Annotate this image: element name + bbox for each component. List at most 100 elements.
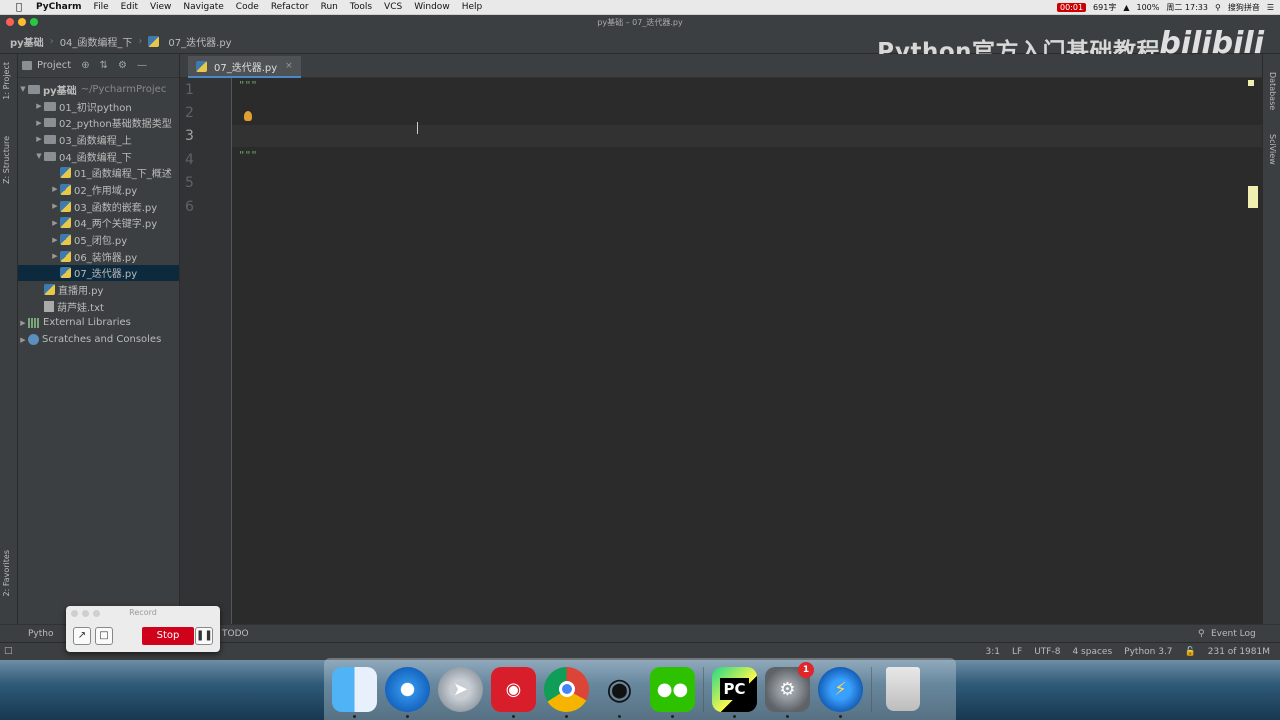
tree-file[interactable]: ▶ 05_闭包.py <box>18 231 179 248</box>
code-editor[interactable]: """ """ <box>232 78 1262 624</box>
locate-icon[interactable]: ⊕ <box>81 60 89 71</box>
menu-edit[interactable]: Edit <box>121 2 138 12</box>
search-icon[interactable]: ⚲ <box>1215 3 1221 12</box>
pycharm-icon[interactable]: PC <box>712 666 757 718</box>
launchpad-icon[interactable]: ➤ <box>438 666 483 712</box>
collapsed-arrow-icon[interactable]: ▶ <box>50 185 60 193</box>
editor-tab[interactable]: 07_迭代器.py × <box>188 56 301 78</box>
collapse-all-icon[interactable]: ⇅ <box>100 60 108 71</box>
system-preferences-icon[interactable]: ⚙ 1 <box>765 661 814 718</box>
breadcrumb-root[interactable]: py基础 <box>10 34 44 49</box>
collapsed-arrow-icon[interactable]: ▶ <box>34 135 44 143</box>
safari-icon[interactable] <box>385 666 430 718</box>
python-console-tab[interactable]: Pytho <box>28 629 54 639</box>
toggle-tool-windows-icon[interactable]: □ <box>4 646 13 656</box>
code-line-1[interactable]: """ <box>239 80 258 91</box>
collapsed-arrow-icon[interactable]: ▶ <box>50 202 60 210</box>
menu-code[interactable]: Code <box>236 2 259 12</box>
tree-file[interactable]: ▶ 03_函数的嵌套.py <box>18 198 179 215</box>
indent-setting[interactable]: 4 spaces <box>1072 647 1112 657</box>
todo-tab[interactable]: TODO <box>222 629 249 639</box>
menu-help[interactable]: Help <box>462 2 483 12</box>
menu-app-name[interactable]: PyCharm <box>36 2 82 12</box>
code-line-4[interactable]: """ <box>239 150 258 161</box>
collapsed-arrow-icon[interactable]: ▶ <box>50 236 60 244</box>
tree-folder-01[interactable]: ▶ 01_初识python <box>18 98 179 115</box>
finder-icon[interactable] <box>332 666 377 718</box>
close-window-button[interactable] <box>6 18 14 26</box>
chrome-icon[interactable] <box>544 666 589 718</box>
qq-icon[interactable]: ◉ <box>597 667 642 718</box>
inspection-status-icon[interactable] <box>1248 80 1254 86</box>
clock[interactable]: 周二 17:33 <box>1166 2 1208 13</box>
menu-file[interactable]: File <box>94 2 109 12</box>
collapsed-arrow-icon[interactable]: ▶ <box>18 336 28 344</box>
collapsed-arrow-icon[interactable]: ▶ <box>18 319 28 327</box>
tree-file[interactable]: 直播用.py <box>18 281 179 298</box>
input-method[interactable]: 搜狗拼音 <box>1228 2 1260 13</box>
menu-vcs[interactable]: VCS <box>384 2 402 12</box>
menu-navigate[interactable]: Navigate <box>183 2 223 12</box>
database-tool-tab[interactable]: Database <box>1268 72 1277 110</box>
pause-icon[interactable]: ❚❚ <box>195 627 213 645</box>
stop-recording-button[interactable]: Stop <box>142 627 194 645</box>
menu-view[interactable]: View <box>150 2 171 12</box>
menu-refactor[interactable]: Refactor <box>271 2 309 12</box>
menu-tools[interactable]: Tools <box>350 2 372 12</box>
tree-file[interactable]: 葫芦娃.txt <box>18 298 179 315</box>
collapsed-arrow-icon[interactable]: ▶ <box>50 219 60 227</box>
file-encoding[interactable]: UTF-8 <box>1034 647 1060 657</box>
breadcrumb-file[interactable]: 07_迭代器.py <box>168 34 231 49</box>
close-tab-icon[interactable]: × <box>285 61 293 71</box>
tree-scratches[interactable]: ▶ Scratches and Consoles <box>18 331 179 348</box>
project-view-selector[interactable]: Project <box>37 60 71 71</box>
trash-icon[interactable] <box>886 667 920 711</box>
favorites-tool-tab[interactable]: 2: Favorites <box>2 550 11 596</box>
word-count[interactable]: 691字 <box>1093 2 1116 13</box>
project-tool-tab[interactable]: 1: Project <box>2 62 11 100</box>
apple-icon[interactable]:  <box>12 2 26 13</box>
tree-folder-03[interactable]: ▶ 03_函数编程_上 <box>18 131 179 148</box>
collapsed-arrow-icon[interactable]: ▶ <box>50 252 60 260</box>
recording-area-icon[interactable]: □ <box>95 627 113 645</box>
tree-file-selected[interactable]: 07_迭代器.py <box>18 264 179 282</box>
expanded-arrow-icon[interactable]: ▼ <box>18 85 28 93</box>
minimize-window-button[interactable] <box>18 18 26 26</box>
menu-list-icon[interactable]: ☰ <box>1267 3 1274 12</box>
battery-percent[interactable]: 100% <box>1136 3 1159 12</box>
wechat-icon[interactable]: ●● <box>650 666 695 718</box>
tree-file[interactable]: 01_函数编程_下_概述 <box>18 164 179 181</box>
collapsed-arrow-icon[interactable]: ▶ <box>34 119 44 127</box>
menu-run[interactable]: Run <box>321 2 338 12</box>
tree-file[interactable]: ▶ 02_作用域.py <box>18 181 179 198</box>
tree-root[interactable]: ▼ py基础 ~/PycharmProjec <box>18 81 179 98</box>
scroll-marker[interactable] <box>1248 186 1258 208</box>
menu-window[interactable]: Window <box>414 2 450 12</box>
line-separator[interactable]: LF <box>1012 647 1022 657</box>
collapsed-arrow-icon[interactable]: ▶ <box>34 102 44 110</box>
hide-panel-icon[interactable]: — <box>137 60 147 71</box>
tree-file[interactable]: ▶ 04_两个关键字.py <box>18 215 179 232</box>
event-log-tab[interactable]: Event Log <box>1211 629 1256 639</box>
tree-folder-02[interactable]: ▶ 02_python基础数据类型 <box>18 114 179 131</box>
recording-time[interactable]: 00:01 <box>1056 3 1087 12</box>
structure-tool-tab[interactable]: Z: Structure <box>2 136 11 184</box>
tree-file[interactable]: ▶ 06_装饰器.py <box>18 248 179 265</box>
zoom-window-button[interactable] <box>30 18 38 26</box>
caret-position[interactable]: 3:1 <box>986 647 1000 657</box>
breadcrumb-folder[interactable]: 04_函数编程_下 <box>60 34 133 49</box>
netease-music-icon[interactable]: ◉ <box>491 666 536 718</box>
python-interpreter[interactable]: Python 3.7 <box>1124 647 1172 657</box>
thunder-icon[interactable]: ⚡ <box>818 666 863 718</box>
wifi-icon[interactable]: ▲ <box>1123 3 1129 12</box>
settings-gear-icon[interactable]: ⚙ <box>118 60 127 71</box>
expanded-arrow-icon[interactable]: ▼ <box>34 152 44 160</box>
lock-icon[interactable]: 🔓 <box>1185 647 1196 657</box>
tree-item-label: 02_作用域.py <box>74 185 138 197</box>
annotate-pen-icon[interactable]: ↗ <box>73 627 91 645</box>
lightbulb-icon[interactable] <box>244 111 252 121</box>
tree-folder-04[interactable]: ▼ 04_函数编程_下 <box>18 148 179 165</box>
tree-external-libraries[interactable]: ▶ External Libraries <box>18 315 179 332</box>
sciview-tool-tab[interactable]: SciView <box>1268 134 1277 165</box>
memory-indicator[interactable]: 231 of 1981M <box>1208 647 1270 657</box>
